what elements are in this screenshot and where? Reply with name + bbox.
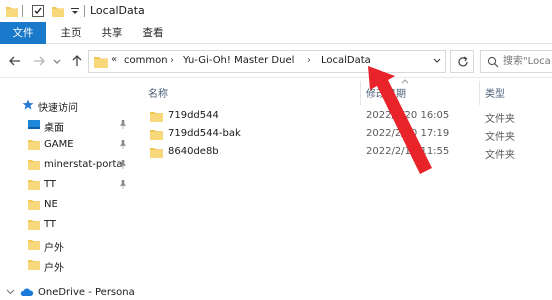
file-name: 719dd544-bak bbox=[168, 128, 241, 139]
search-icon bbox=[487, 56, 499, 68]
pin-icon[interactable] bbox=[119, 140, 127, 149]
file-name: 719dd544 bbox=[168, 110, 219, 121]
ribbon-tab-bar: 文件 主页 共享 查看 bbox=[0, 22, 552, 44]
sidebar-item-minerstat-portable[interactable]: minerstat-porta bbox=[0, 155, 134, 175]
sidebar-item-ne[interactable]: NE bbox=[0, 195, 134, 215]
sidebar-item-label: GAME bbox=[44, 139, 74, 150]
folder-icon[interactable] bbox=[6, 4, 18, 18]
tab-share[interactable]: 共享 bbox=[97, 22, 127, 44]
sidebar-item-label: TT bbox=[44, 179, 57, 190]
file-list-pane: 名称 修改日期 类型 719dd544 2022/2/20 16:05 文件夹 … bbox=[136, 79, 552, 300]
sidebar-item-tt[interactable]: TT bbox=[0, 215, 134, 235]
navigation-bar: « common › Yu-Gi-Oh! Master Duel › Local… bbox=[0, 45, 552, 78]
toolbar-divider bbox=[22, 5, 23, 17]
folder-icon bbox=[28, 180, 40, 190]
properties-checkmark-icon[interactable] bbox=[32, 4, 44, 18]
file-date-modified: 2022/2/20 16:05 bbox=[366, 110, 450, 121]
breadcrumb-overflow[interactable]: « bbox=[111, 54, 117, 65]
refresh-icon bbox=[458, 56, 468, 67]
pin-icon[interactable] bbox=[119, 120, 127, 129]
folder-icon bbox=[150, 130, 163, 140]
sidebar-item-onedrive[interactable]: OneDrive - Persona bbox=[0, 283, 135, 300]
column-header-date-modified[interactable]: 修改日期 bbox=[366, 85, 406, 100]
navigation-pane: 快速访问 桌面 GAME minerstat-porta TT NE TT 户外… bbox=[0, 79, 135, 300]
file-name: 8640de8b bbox=[168, 146, 219, 157]
column-divider[interactable] bbox=[360, 81, 361, 105]
table-row[interactable]: 8640de8b 2022/2/19 11:55 文件夹 bbox=[136, 144, 552, 162]
back-arrow-icon[interactable] bbox=[8, 54, 22, 68]
star-icon bbox=[22, 99, 34, 110]
file-date-modified: 2022/2/20 17:19 bbox=[366, 128, 450, 139]
breadcrumb-localdata[interactable]: LocalData bbox=[321, 55, 371, 66]
scroll-down-chevron-icon[interactable] bbox=[6, 288, 15, 296]
column-header-type[interactable]: 类型 bbox=[485, 85, 505, 100]
sidebar-item-label: 户外 bbox=[44, 243, 64, 254]
up-arrow-icon[interactable] bbox=[70, 54, 84, 68]
folder-icon bbox=[28, 160, 40, 170]
sidebar-item-quick-access[interactable]: 快速访问 bbox=[0, 95, 134, 115]
breadcrumb-separator[interactable]: › bbox=[307, 55, 311, 66]
table-row[interactable]: 719dd544-bak 2022/2/20 17:19 文件夹 bbox=[136, 126, 552, 144]
file-type: 文件夹 bbox=[485, 150, 515, 161]
sidebar-item-tt[interactable]: TT bbox=[0, 175, 134, 195]
search-box[interactable] bbox=[480, 50, 552, 73]
collapse-caret-icon[interactable] bbox=[401, 79, 409, 84]
pin-icon[interactable] bbox=[119, 180, 127, 189]
folder-icon bbox=[94, 57, 108, 68]
tab-home[interactable]: 主页 bbox=[56, 22, 86, 44]
tab-file[interactable]: 文件 bbox=[0, 22, 46, 44]
onedrive-cloud-icon bbox=[20, 288, 34, 296]
new-folder-icon[interactable] bbox=[52, 4, 64, 18]
desktop-folder-icon bbox=[28, 120, 40, 129]
folder-icon bbox=[28, 140, 40, 150]
refresh-button[interactable] bbox=[450, 50, 474, 73]
breadcrumb-separator[interactable]: › bbox=[170, 55, 174, 66]
sidebar-item-label: OneDrive - Persona bbox=[38, 287, 135, 298]
sidebar-item-label: minerstat-porta bbox=[44, 159, 123, 170]
sidebar-item-label: 桌面 bbox=[44, 123, 64, 134]
folder-icon bbox=[28, 220, 40, 230]
sidebar-item-label: TT bbox=[44, 219, 57, 230]
sidebar-item-game[interactable]: GAME bbox=[0, 135, 134, 155]
sidebar-item-label: 快速访问 bbox=[38, 103, 78, 114]
column-header-name[interactable]: 名称 bbox=[148, 85, 168, 100]
table-row[interactable]: 719dd544 2022/2/20 16:05 文件夹 bbox=[136, 108, 552, 126]
folder-icon bbox=[28, 260, 40, 270]
forward-arrow-icon[interactable] bbox=[32, 54, 46, 68]
sidebar-item-outdoor[interactable]: 户外 bbox=[0, 235, 134, 255]
sidebar-item-outdoor[interactable]: 户外 bbox=[0, 255, 134, 275]
toolbar-divider bbox=[84, 5, 85, 17]
file-type: 文件夹 bbox=[485, 132, 515, 143]
breadcrumb-yu-gi-oh-master-duel[interactable]: Yu-Gi-Oh! Master Duel bbox=[183, 55, 294, 66]
customize-toolbar-dropdown-icon[interactable] bbox=[70, 4, 80, 18]
column-divider[interactable] bbox=[479, 81, 480, 105]
title-bar: LocalData bbox=[0, 0, 552, 22]
recent-locations-chevron-icon[interactable] bbox=[52, 54, 62, 68]
address-history-dropdown-icon[interactable] bbox=[433, 58, 441, 64]
folder-icon bbox=[150, 148, 163, 158]
folder-icon bbox=[150, 112, 163, 122]
tab-view[interactable]: 查看 bbox=[138, 22, 168, 44]
folder-icon bbox=[28, 200, 40, 210]
window-title: LocalData bbox=[90, 4, 145, 17]
file-type: 文件夹 bbox=[485, 114, 515, 125]
breadcrumb-common[interactable]: common bbox=[124, 55, 168, 66]
pin-icon[interactable] bbox=[119, 160, 127, 169]
sidebar-item-desktop[interactable]: 桌面 bbox=[0, 115, 134, 135]
search-input[interactable] bbox=[503, 53, 552, 70]
sidebar-item-label: NE bbox=[44, 199, 58, 210]
file-date-modified: 2022/2/19 11:55 bbox=[366, 146, 450, 157]
address-bar[interactable]: « common › Yu-Gi-Oh! Master Duel › Local… bbox=[88, 50, 446, 73]
folder-icon bbox=[28, 240, 40, 250]
sidebar-item-label: 户外 bbox=[44, 263, 64, 274]
